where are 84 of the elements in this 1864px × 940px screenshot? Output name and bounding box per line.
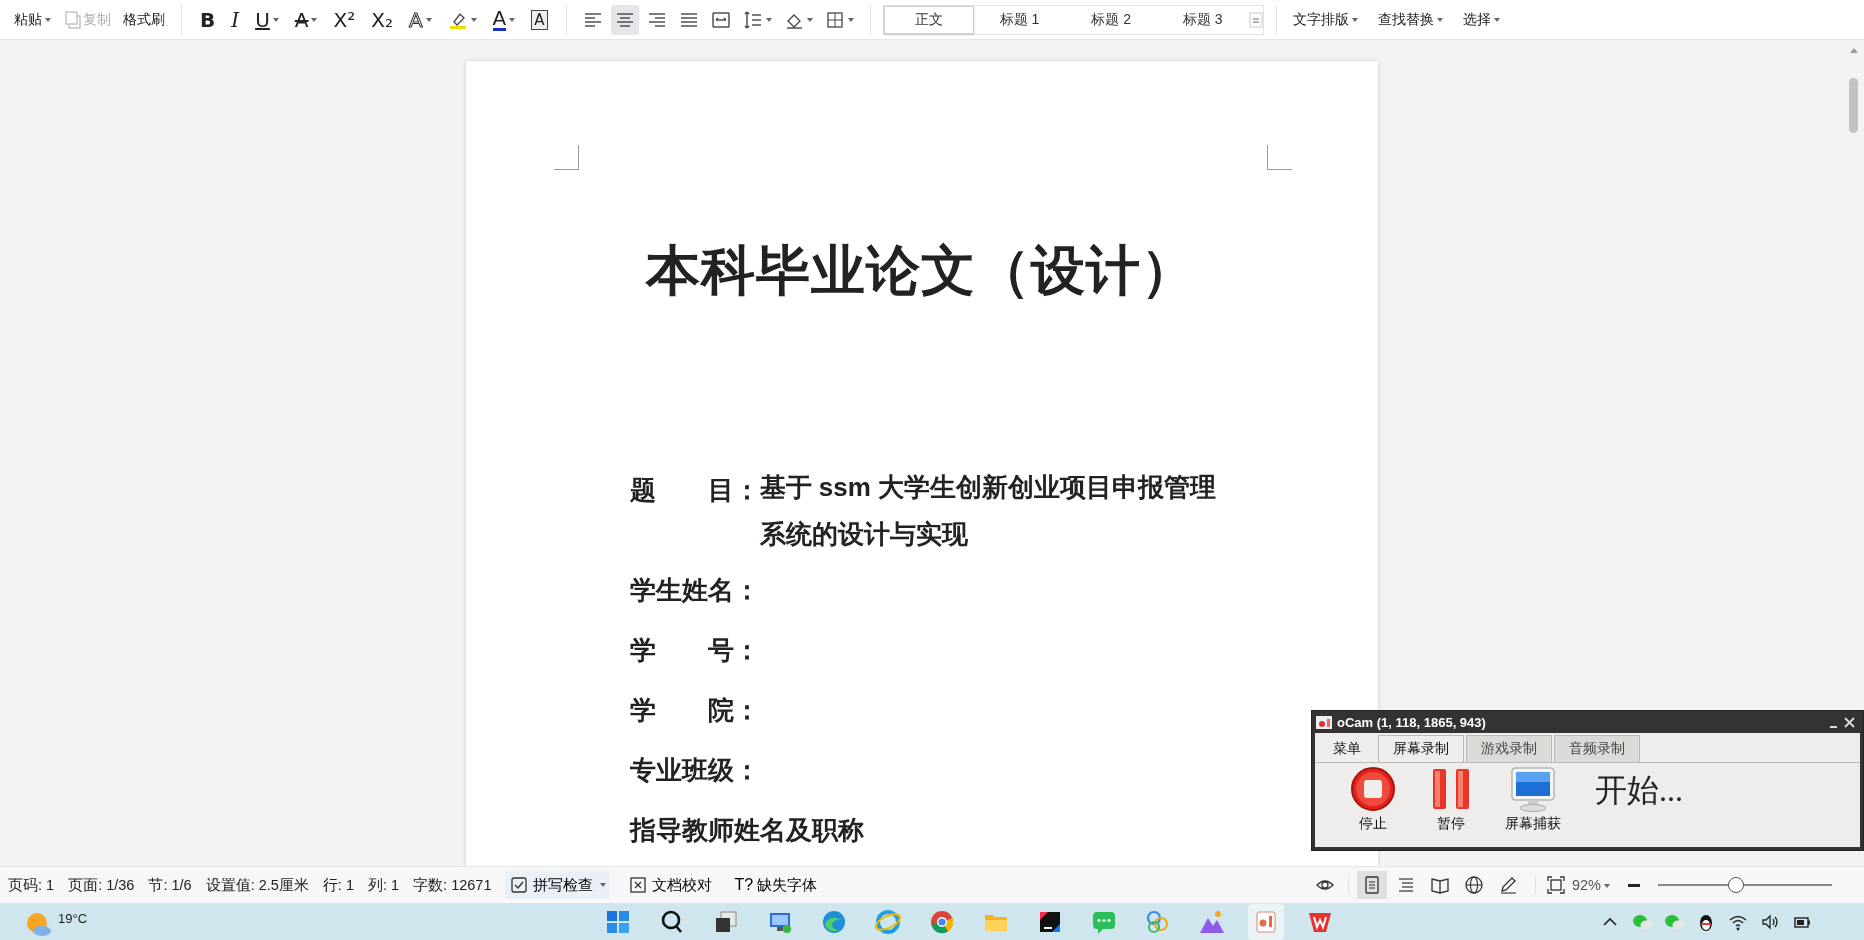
distribute-icon	[710, 9, 731, 30]
caret-icon	[311, 17, 318, 22]
globe-icon	[1463, 875, 1484, 895]
tab[interactable]: 音频录制	[1554, 735, 1640, 762]
status-text: 列: 1	[367, 875, 400, 895]
more-icon	[1248, 11, 1263, 28]
line-spacing-icon	[742, 9, 763, 30]
borders-icon	[824, 9, 845, 30]
status-text: 字数: 12671	[413, 875, 492, 895]
field-label: 学 号：	[629, 634, 760, 667]
caret-icon	[1351, 17, 1358, 22]
format-button[interactable]: X₂	[365, 4, 399, 35]
format-painter-button[interactable]: 格式刷	[119, 4, 169, 35]
view-button[interactable]	[1356, 871, 1387, 899]
style-option[interactable]: 标题 1	[973, 5, 1066, 34]
status-text: 节: 1/6	[148, 875, 192, 895]
capture-button[interactable]: 屏幕捕获	[1499, 765, 1567, 833]
x-box-icon	[628, 875, 649, 895]
menu-button[interactable]: 选择	[1458, 4, 1504, 35]
status-text: 设置值: 2.5厘米	[205, 875, 309, 895]
caret-icon	[765, 17, 772, 22]
caret-icon	[1493, 17, 1500, 22]
caret-icon	[1436, 17, 1443, 22]
style-option[interactable]: 标题 2	[1065, 5, 1157, 34]
temperature: 19°C	[58, 910, 88, 926]
close-icon	[1843, 715, 1856, 729]
status-text: 开始...	[1595, 771, 1683, 810]
scroll-thumb[interactable]	[1849, 78, 1858, 133]
margin-mark	[553, 145, 579, 170]
status-text: 页面: 1/36	[68, 875, 135, 895]
pause-button[interactable]: 暂停	[1421, 765, 1481, 833]
field-label: 学 院：	[629, 694, 760, 727]
field-label: 题 目：	[629, 474, 760, 507]
format-button[interactable]: A	[486, 4, 522, 35]
document-title: 本科毕业论文（设计）	[645, 240, 1197, 303]
caret-icon	[272, 17, 279, 22]
stop-button[interactable]: 停止	[1343, 765, 1403, 833]
window-title: oCam (1, 118, 1865, 943)	[1337, 714, 1486, 730]
copy-icon	[63, 9, 83, 30]
style-option[interactable]: 标题 3	[1156, 5, 1249, 34]
scroll-up-icon	[1848, 46, 1859, 54]
style-option[interactable]: 正文	[883, 5, 974, 34]
menu-button[interactable]: 文字排版	[1288, 4, 1362, 35]
fit-page-icon	[1545, 875, 1566, 895]
field-label: 指导教师姓名及职称	[629, 814, 864, 847]
menu-button[interactable]: 查找替换	[1373, 4, 1447, 35]
minimize-icon	[1830, 725, 1837, 728]
status-text: 行: 1	[322, 875, 354, 895]
slider-thumb[interactable]	[1727, 877, 1744, 893]
field-label: 学生姓名：	[629, 574, 760, 607]
format-button[interactable]: U	[249, 4, 285, 35]
status-text: 页码: 1	[8, 875, 55, 895]
checkbox-icon	[509, 875, 530, 895]
app-icon	[1315, 714, 1333, 730]
format-button[interactable]: A	[288, 4, 324, 35]
format-button[interactable]: A	[525, 4, 554, 35]
caret-icon	[600, 883, 607, 887]
spell-button[interactable]: 拼写检查	[505, 871, 611, 899]
caret-icon	[806, 17, 813, 22]
format-button[interactable]: I	[225, 4, 246, 35]
caret-icon	[509, 17, 516, 22]
caret-icon	[45, 17, 51, 22]
monitor-icon	[1509, 765, 1557, 813]
zoom-dropdown[interactable]: 92%	[1565, 876, 1616, 894]
book-icon	[1429, 875, 1450, 895]
caret-icon	[425, 17, 432, 22]
caret-icon	[1604, 884, 1610, 889]
zoom-out-icon[interactable]	[1628, 883, 1640, 887]
paste-button[interactable]: 粘贴	[10, 4, 55, 35]
tab[interactable]: 游戏录制	[1466, 735, 1552, 762]
proof-button[interactable]: 文档校对	[624, 871, 717, 899]
caret-icon	[470, 17, 477, 22]
stop-icon	[1349, 765, 1397, 813]
paragraph-button[interactable]	[610, 4, 639, 35]
tab[interactable]: 屏幕录制	[1378, 735, 1464, 762]
font-button[interactable]: T? 缺失字体	[730, 871, 822, 899]
format-button[interactable]: B	[194, 4, 222, 35]
field-value: 基于 ssm 大学生创新创业项目申报管理 系统的设计与实现	[759, 471, 1216, 551]
field-label: 专业班级：	[629, 754, 760, 787]
margin-mark	[1266, 145, 1292, 170]
ie-icon	[874, 907, 902, 936]
format-button[interactable]: X²	[327, 4, 362, 35]
menu-tab[interactable]: 菜单	[1318, 735, 1376, 762]
caret-icon	[847, 17, 854, 22]
